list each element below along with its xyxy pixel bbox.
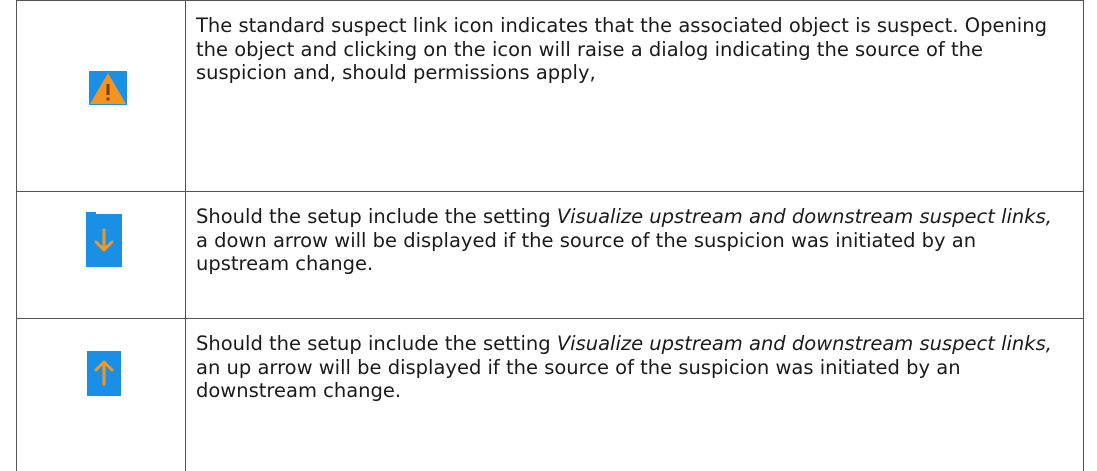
setting-name: Visualize upstream and downstream suspec… (557, 205, 1052, 228)
suspect-warning-icon (89, 71, 127, 105)
setting-name: Visualize upstream and downstream suspec… (557, 332, 1052, 355)
icon-cell (17, 319, 186, 471)
icon-cell (17, 192, 186, 319)
suspect-link-icon-table: The standard suspect link icon indicates… (16, 0, 1084, 471)
table-row: The standard suspect link icon indicates… (17, 1, 1084, 192)
description-text-part: an up arrow will be displayed if the sou… (196, 356, 961, 403)
icon-cell (17, 1, 186, 192)
description-text: Should the setup include the setting Vis… (186, 319, 1084, 471)
table-row: Should the setup include the setting Vis… (17, 192, 1084, 319)
description-text-part: a down arrow will be displayed if the so… (196, 229, 976, 276)
description-text-part: Should the setup include the setting (196, 332, 557, 355)
description-text-part: Should the setup include the setting (196, 205, 557, 228)
table-row: Should the setup include the setting Vis… (17, 319, 1084, 471)
down-arrow-icon (86, 214, 122, 267)
description-text: The standard suspect link icon indicates… (186, 1, 1084, 192)
description-text: Should the setup include the setting Vis… (186, 192, 1084, 319)
up-arrow-icon (87, 351, 121, 396)
